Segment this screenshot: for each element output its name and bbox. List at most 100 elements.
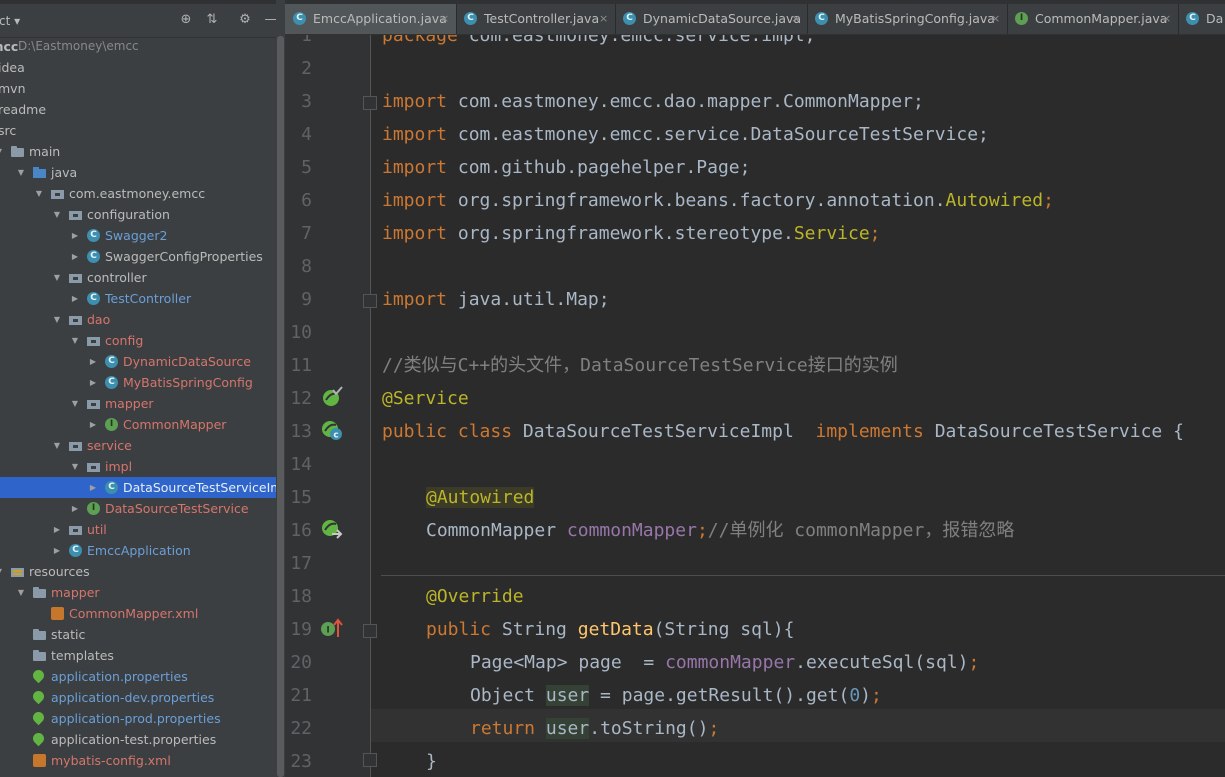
- code-line[interactable]: @Override: [426, 580, 524, 613]
- expanded-arrow-icon[interactable]: ▼: [70, 330, 80, 351]
- collapse-all-icon[interactable]: ⇅: [205, 13, 219, 27]
- code-line[interactable]: package com.eastmoney.emcc.service.impl;: [382, 35, 815, 52]
- project-view-title[interactable]: ct ▾: [0, 14, 20, 28]
- code-line[interactable]: return user.toString();: [470, 712, 719, 745]
- tree-item[interactable]: ▼ mapper: [0, 582, 276, 603]
- code-line[interactable]: }: [426, 745, 437, 777]
- expanded-arrow-icon[interactable]: ▼: [70, 456, 80, 477]
- tab-editor-file[interactable]: C TestController.java ×: [456, 4, 616, 34]
- fold-marker[interactable]: [363, 753, 377, 767]
- tab-editor-file[interactable]: C DynamicDataSource.java ×: [615, 4, 808, 34]
- collapsed-arrow-icon[interactable]: ▶: [70, 225, 80, 246]
- expanded-arrow-icon[interactable]: ▼: [70, 393, 80, 414]
- expanded-arrow-icon[interactable]: ▼: [52, 267, 62, 288]
- tree-item[interactable]: ▼ com.eastmoney.emcc: [0, 183, 276, 204]
- sidebar-scrollbar-thumb[interactable]: [277, 36, 284, 777]
- code-line[interactable]: import java.util.Map;: [382, 283, 610, 316]
- tab-editor-file[interactable]: C MyBatisSpringConfig.java ×: [807, 4, 1008, 34]
- tab-editor-file[interactable]: I CommonMapper.java ×: [1007, 4, 1179, 34]
- implements-method-icon[interactable]: I: [321, 617, 343, 639]
- tree-item[interactable]: ▼ config: [0, 330, 276, 351]
- collapsed-arrow-icon[interactable]: ▶: [70, 288, 80, 309]
- gear-icon[interactable]: ⚙: [238, 13, 252, 27]
- code-line[interactable]: import com.eastmoney.emcc.service.DataSo…: [382, 118, 989, 151]
- tree-item[interactable]: application-prod.properties: [0, 708, 276, 729]
- tree-item[interactable]: ▶ C Swagger2: [0, 225, 276, 246]
- autowired-navigate-icon[interactable]: [321, 518, 343, 540]
- tree-item[interactable]: idea: [0, 57, 276, 78]
- spring-bean-icon[interactable]: [321, 386, 343, 408]
- tree-item[interactable]: mvn: [0, 78, 276, 99]
- code-editor[interactable]: 1 2 3 4 5 6 7 8 9 10 11 12 13 14 15 16 17 18 19 20 21 22 23 c …: [285, 35, 1225, 777]
- tab-editor-file[interactable]: C Da: [1178, 4, 1225, 34]
- close-tab-icon[interactable]: ×: [991, 4, 1000, 34]
- tree-item[interactable]: ▶ C DataSourceTestServiceImpl: [0, 477, 276, 498]
- code-line[interactable]: public String getData(String sql){: [426, 613, 794, 646]
- tree-item[interactable]: ▼ resources: [0, 561, 276, 582]
- code-line[interactable]: import org.springframework.stereotype.Se…: [382, 217, 881, 250]
- fold-marker[interactable]: [363, 96, 377, 110]
- collapsed-arrow-icon[interactable]: ▶: [70, 498, 80, 519]
- expanded-arrow-icon[interactable]: ▼: [0, 561, 4, 582]
- tree-item[interactable]: ▶ I DataSourceTestService: [0, 498, 276, 519]
- fold-marker[interactable]: [363, 624, 377, 638]
- tree-item[interactable]: ▶ C SwaggerConfigProperties: [0, 246, 276, 267]
- collapsed-arrow-icon[interactable]: ▶: [52, 540, 62, 561]
- collapsed-arrow-icon[interactable]: ▶: [70, 246, 80, 267]
- close-tab-icon[interactable]: ×: [440, 4, 449, 34]
- tree-item[interactable]: ▶ util: [0, 519, 276, 540]
- expanded-arrow-icon[interactable]: ▼: [34, 183, 44, 204]
- close-tab-icon[interactable]: ×: [1162, 4, 1171, 34]
- tree-item[interactable]: mybatis-config.xml: [0, 750, 276, 771]
- tree-item[interactable]: emccD:\Eastmoney\emcc: [0, 36, 276, 57]
- expanded-arrow-icon[interactable]: ▼: [52, 309, 62, 330]
- expanded-arrow-icon[interactable]: ▼: [16, 582, 26, 603]
- tree-item[interactable]: ▼ java: [0, 162, 276, 183]
- code-line[interactable]: @Service: [382, 382, 469, 415]
- collapsed-arrow-icon[interactable]: ▶: [52, 519, 62, 540]
- fold-marker[interactable]: [363, 294, 377, 308]
- tree-item[interactable]: ▶ C DynamicDataSource: [0, 351, 276, 372]
- close-tab-icon[interactable]: ×: [791, 4, 800, 34]
- code-line[interactable]: public class DataSourceTestServiceImpl i…: [382, 415, 1184, 448]
- hide-icon[interactable]: —: [264, 13, 277, 27]
- tree-item[interactable]: ▶ I CommonMapper: [0, 414, 276, 435]
- code-comment[interactable]: //类似与C++的头文件，DataSourceTestService接口的实例: [382, 349, 898, 382]
- tree-item[interactable]: application-test.properties: [0, 729, 276, 750]
- code-line[interactable]: import com.github.pagehelper.Page;: [382, 151, 750, 184]
- code-line[interactable]: Page<Map> page = commonMapper.executeSql…: [470, 646, 979, 679]
- tree-item[interactable]: application-dev.properties: [0, 687, 276, 708]
- tree-item[interactable]: ▼ service: [0, 435, 276, 456]
- close-tab-icon[interactable]: ×: [599, 4, 608, 34]
- locate-icon[interactable]: ⊕: [179, 13, 193, 27]
- code-line[interactable]: import org.springframework.beans.factory…: [382, 184, 1054, 217]
- collapsed-arrow-icon[interactable]: ▶: [88, 477, 98, 498]
- tree-item[interactable]: ▶ C TestController: [0, 288, 276, 309]
- tree-item[interactable]: ▼ dao: [0, 309, 276, 330]
- tree-item[interactable]: ▶ C MyBatisSpringConfig: [0, 372, 276, 393]
- code-line[interactable]: import com.eastmoney.emcc.dao.mapper.Com…: [382, 85, 924, 118]
- code-line[interactable]: CommonMapper commonMapper;//单例化 commonMa…: [426, 514, 1014, 547]
- expanded-arrow-icon[interactable]: ▼: [52, 435, 62, 456]
- tree-item[interactable]: ▶ C EmccApplication: [0, 540, 276, 561]
- tree-item[interactable]: src: [0, 120, 276, 141]
- tree-item[interactable]: ▼ impl: [0, 456, 276, 477]
- tree-item[interactable]: ▼ configuration: [0, 204, 276, 225]
- tab-editor-file[interactable]: C EmccApplication.java ×: [285, 4, 457, 34]
- tree-item[interactable]: CommonMapper.xml: [0, 603, 276, 624]
- tree-item[interactable]: readme: [0, 99, 276, 120]
- code-line[interactable]: Object user = page.getResult().get(0);: [470, 679, 882, 712]
- collapsed-arrow-icon[interactable]: ▶: [88, 372, 98, 393]
- code-line[interactable]: @Autowired: [426, 481, 535, 514]
- tree-item[interactable]: ▼ main: [0, 141, 276, 162]
- tree-item[interactable]: templates: [0, 645, 276, 666]
- tree-item[interactable]: ▼ mapper: [0, 393, 276, 414]
- expanded-arrow-icon[interactable]: ▼: [16, 162, 26, 183]
- expanded-arrow-icon[interactable]: ▼: [0, 141, 4, 162]
- collapsed-arrow-icon[interactable]: ▶: [88, 351, 98, 372]
- expanded-arrow-icon[interactable]: ▼: [52, 204, 62, 225]
- tree-item[interactable]: static: [0, 624, 276, 645]
- tree-item[interactable]: ▼ controller: [0, 267, 276, 288]
- collapsed-arrow-icon[interactable]: ▶: [88, 414, 98, 435]
- implemented-class-icon[interactable]: c: [321, 419, 343, 441]
